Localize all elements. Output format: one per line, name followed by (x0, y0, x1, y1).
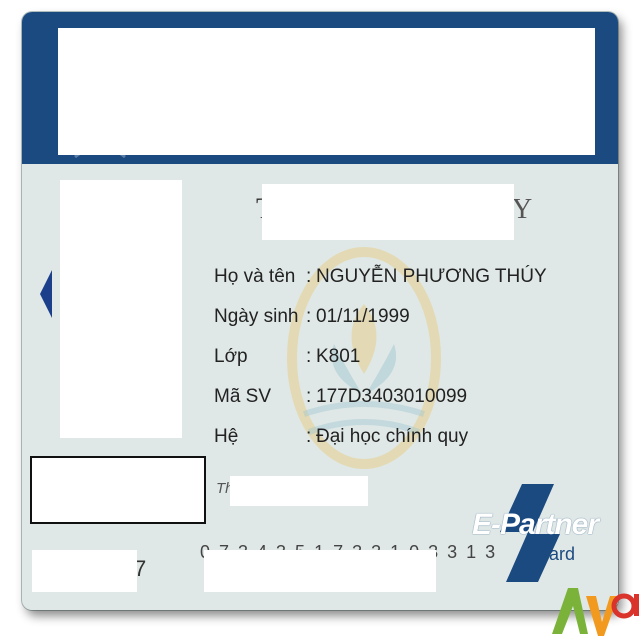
redacted-card-title (262, 184, 514, 240)
redacted-header (58, 28, 595, 155)
field-row-dob: Ngày sinh : 01/11/1999 (214, 306, 410, 336)
redacted-number-left (32, 550, 137, 592)
field-row-student-id: Mã SV : 177D3403010099 (214, 386, 467, 416)
field-value: Đại học chính quy (316, 426, 469, 447)
field-row-class: Lớp : K801 (214, 346, 360, 376)
adviet-watermark-logo-icon (552, 588, 639, 636)
field-value: 01/11/1999 (316, 306, 410, 327)
field-separator: : (306, 386, 312, 407)
student-id-card: T Y Họ và tên : NGUYỄN PHƯƠNG THÚY Ngày … (22, 12, 618, 610)
redacted-barcode (30, 456, 206, 524)
field-label: Họ và tên (214, 266, 296, 287)
field-separator: : (306, 426, 312, 447)
field-separator: : (306, 346, 312, 367)
redacted-signature (230, 476, 368, 506)
field-value: NGUYỄN PHƯƠNG THÚY (316, 266, 547, 287)
partner-logo-text: E-Partner (472, 508, 599, 541)
left-arrow-icon (40, 270, 52, 318)
field-value: 177D3403010099 (316, 386, 468, 407)
field-label: Lớp (214, 346, 248, 367)
field-row-program: Hệ : Đại học chính quy (214, 426, 468, 456)
card-title-peek-right: Y (512, 194, 533, 225)
partner-logo-sub: card (540, 544, 576, 564)
field-label: Hệ (214, 426, 239, 447)
field-label: Mã SV (214, 386, 272, 407)
field-separator: : (306, 266, 312, 287)
field-value: K801 (316, 346, 361, 367)
redacted-number-right (204, 550, 436, 592)
field-row-name: Họ và tên : NGUYỄN PHƯƠNG THÚY (214, 266, 547, 296)
field-separator: : (306, 306, 312, 327)
redacted-photo (60, 180, 182, 438)
page: T Y Họ và tên : NGUYỄN PHƯƠNG THÚY Ngày … (0, 0, 640, 640)
field-label: Ngày sinh (214, 306, 299, 327)
